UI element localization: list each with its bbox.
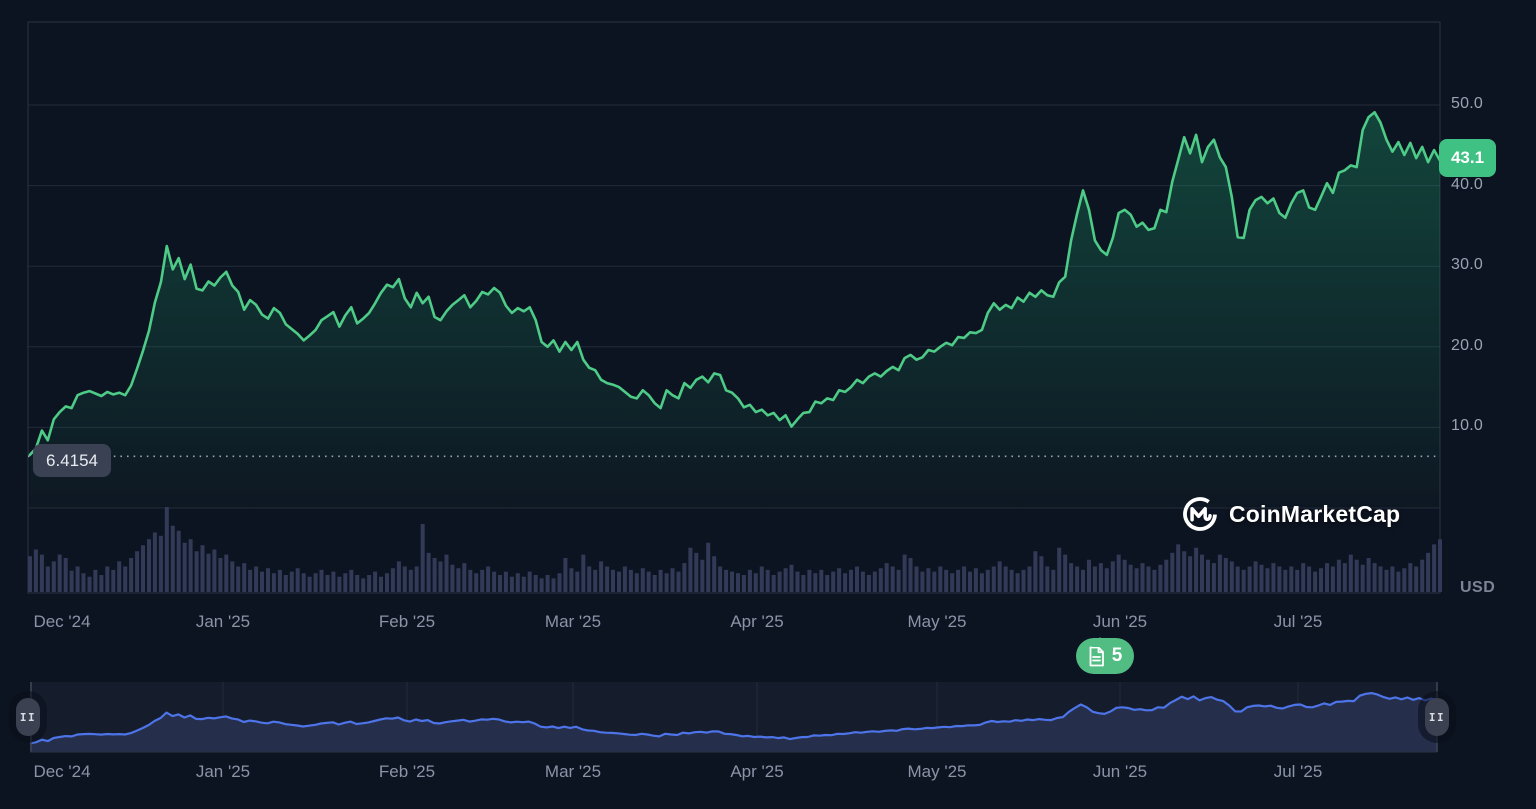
price-area-fill — [30, 112, 1440, 508]
x-axis-month-label: Feb '25 — [379, 612, 435, 632]
price-chart-canvas[interactable] — [0, 0, 1536, 809]
x-axis-month-label: Jan '25 — [196, 612, 250, 632]
y-axis-tick-label: 30.0 — [1451, 256, 1483, 274]
navigator-left-handle[interactable]: II — [16, 698, 40, 736]
event-count: 5 — [1112, 645, 1123, 667]
x-axis-month-label: Jul '25 — [1274, 762, 1323, 782]
y-axis-tick-label: 20.0 — [1451, 337, 1483, 355]
x-axis-month-label: Dec '24 — [33, 612, 90, 632]
x-axis-month-label: Jul '25 — [1274, 612, 1323, 632]
x-axis-month-label: Apr '25 — [730, 612, 783, 632]
x-axis-month-label: Dec '24 — [33, 762, 90, 782]
document-icon — [1088, 646, 1105, 667]
watermark-text: CoinMarketCap — [1229, 501, 1400, 528]
y-axis-tick-label: 10.0 — [1451, 417, 1483, 435]
x-axis-month-label: Mar '25 — [545, 762, 601, 782]
x-axis-month-label: Mar '25 — [545, 612, 601, 632]
x-axis-month-label: Apr '25 — [730, 762, 783, 782]
x-axis-month-label: May '25 — [908, 612, 967, 632]
x-axis-month-label: Jun '25 — [1093, 762, 1147, 782]
watermark: CoinMarketCap — [1181, 495, 1400, 533]
x-axis-month-label: May '25 — [908, 762, 967, 782]
x-axis-month-label: Jan '25 — [196, 762, 250, 782]
current-price-badge: 43.1 — [1439, 139, 1496, 177]
coinmarketcap-logo-icon — [1181, 495, 1219, 533]
x-axis-month-label: Feb '25 — [379, 762, 435, 782]
y-axis-tick-label: 50.0 — [1451, 95, 1483, 113]
reference-price-label: 6.4154 — [33, 444, 111, 477]
event-count-badge[interactable]: 5 — [1076, 638, 1134, 674]
navigator-right-handle[interactable]: II — [1425, 698, 1449, 736]
y-axis-tick-label: 40.0 — [1451, 176, 1483, 194]
currency-unit-label: USD — [1460, 579, 1495, 597]
price-chart-page: 50.0 40.0 30.0 20.0 10.0 43.1 6.4154 CoinMar… — [0, 0, 1536, 809]
